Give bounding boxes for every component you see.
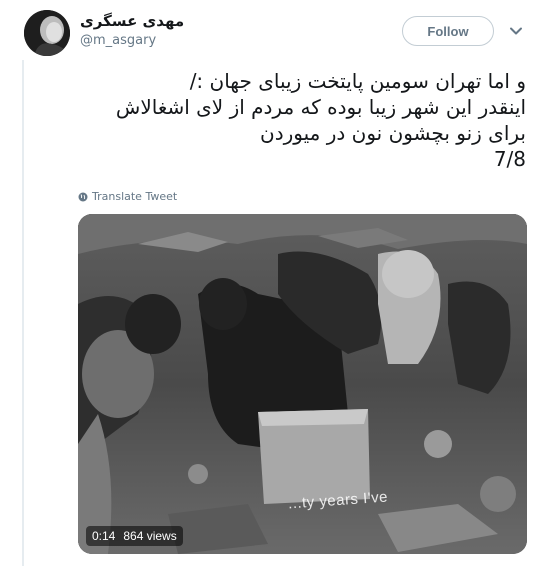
video-player[interactable]: ...ty years I've 0:14 864 views <box>78 214 527 554</box>
video-views: 864 views <box>123 529 177 543</box>
tweet-text-line: برای زنو بچشون نون در میوردن <box>260 121 526 145</box>
thread-line <box>22 60 24 566</box>
globe-icon <box>78 192 88 201</box>
tweet-text: و اما تهران سومین پایتخت زیبای جهان :/ ا… <box>76 68 526 172</box>
handle[interactable]: @m_asgary <box>80 33 156 48</box>
video-info-badge: 0:14 864 views <box>86 526 183 546</box>
display-name[interactable]: مهدی عسگری <box>80 12 184 30</box>
translate-tweet-link[interactable]: Translate Tweet <box>78 190 177 203</box>
avatar-image <box>24 10 70 56</box>
tweet-text-line: و اما تهران سومین پایتخت زیبای جهان :/ <box>189 69 526 93</box>
video-time: 0:14 <box>92 529 116 543</box>
tweet-text-line: 7/8 <box>493 147 526 171</box>
follow-button[interactable]: Follow <box>402 16 494 46</box>
chevron-down-icon[interactable] <box>509 24 523 38</box>
translate-label[interactable]: Translate Tweet <box>92 190 177 203</box>
avatar[interactable] <box>24 10 70 56</box>
tweet-text-line: اینقدر این شهر زیبا بوده که مردم از لای … <box>115 95 526 119</box>
